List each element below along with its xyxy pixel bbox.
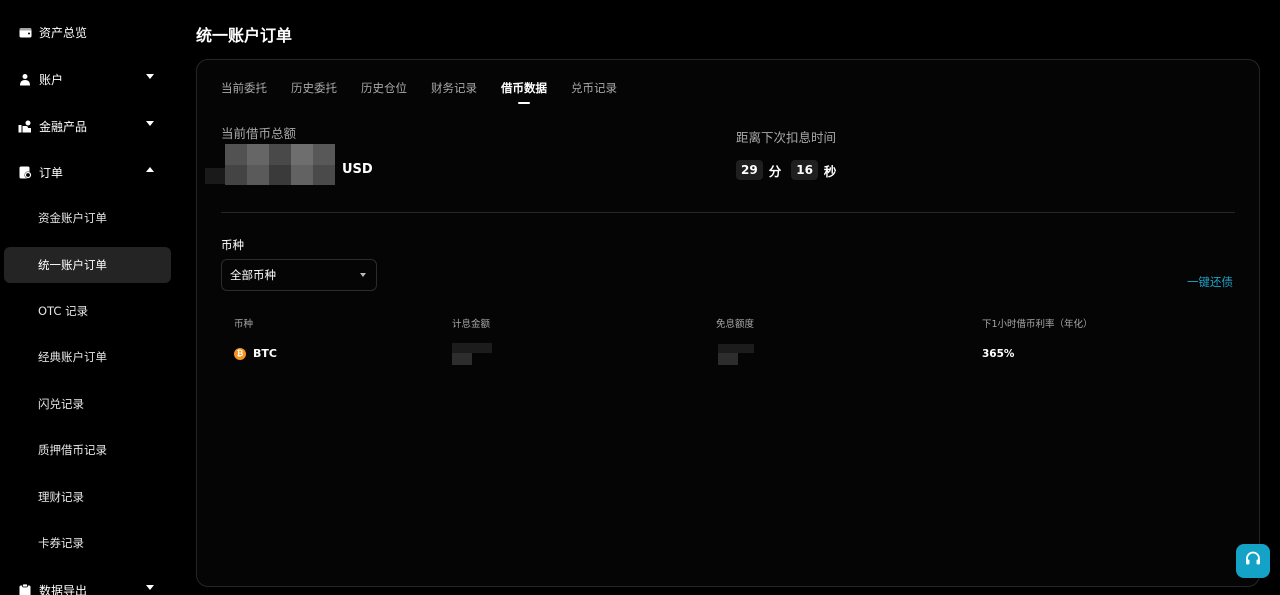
countdown-minutes: 29 (736, 160, 763, 180)
order-icon (18, 165, 32, 179)
chevron-down-icon (146, 585, 154, 590)
divider (221, 212, 1235, 213)
wallet-icon (18, 25, 32, 39)
coin-select-value: 全部币种 (230, 268, 276, 282)
table-header-hourly-rate: 下1小时借币利率（年化） (982, 319, 1093, 330)
next-interest-label: 距离下次扣息时间 (736, 130, 837, 145)
sidebar-item-finance[interactable]: 金融产品 (0, 108, 176, 144)
finance-icon (18, 119, 32, 133)
sidebar-subitem-pledge-loans[interactable]: 质押借币记录 (4, 432, 171, 468)
sidebar-subitem-unified-orders[interactable]: 统一账户订单 (4, 247, 171, 283)
clipboard-icon (18, 583, 32, 595)
tab-order-history[interactable]: 历史委托 (291, 80, 337, 102)
sidebar-subitem-coupons[interactable]: 卡券记录 (4, 525, 171, 561)
masked-interest-amount (452, 353, 472, 365)
sidebar-subitem-label: 经典账户订单 (38, 350, 107, 364)
sidebar-subitem-label: 统一账户订单 (38, 258, 107, 272)
tab-finance-records[interactable]: 财务记录 (431, 80, 477, 102)
sidebar-item-account[interactable]: 账户 (0, 61, 176, 97)
sidebar-subitem-otc[interactable]: OTC 记录 (4, 293, 171, 329)
masked-free-quota (718, 353, 738, 365)
sidebar-subitem-funding-orders[interactable]: 资金账户订单 (4, 200, 171, 236)
sidebar-subitem-convert[interactable]: 闪兑记录 (4, 386, 171, 422)
sidebar-item-label: 资产总览 (39, 25, 88, 40)
tab-current-orders[interactable]: 当前委托 (221, 80, 267, 102)
coin-name: BTC (253, 347, 277, 360)
chevron-down-icon (146, 121, 154, 126)
masked-interest-amount (452, 343, 492, 353)
table-row-coin: ₿ BTC (234, 347, 277, 360)
sidebar-subitem-label: 质押借币记录 (38, 443, 107, 457)
sidebar-item-label: 订单 (39, 165, 64, 180)
coin-filter-label: 币种 (221, 238, 244, 252)
user-icon (18, 72, 32, 86)
sidebar-subitem-label: 资金账户订单 (38, 211, 107, 225)
sidebar-subitem-label: 闪兑记录 (38, 397, 84, 411)
sidebar-item-label: 数据导出 (39, 583, 88, 595)
coin-select[interactable]: 全部币种 (221, 259, 377, 291)
interest-countdown: 29 分 16 秒 (736, 160, 840, 180)
sidebar: 资产总览 账户 金融产品 订单 资金账户订单 统一账户订单 OTC 记录 经典账… (0, 0, 180, 595)
countdown-minutes-unit: 分 (768, 163, 782, 179)
countdown-seconds-unit: 秒 (823, 163, 837, 179)
sidebar-item-label: 金融产品 (39, 119, 88, 134)
sidebar-item-label: 账户 (39, 72, 64, 87)
tab-convert-records[interactable]: 兑币记录 (571, 80, 617, 102)
table-header-interest-amount: 计息金额 (452, 319, 491, 330)
one-click-repay-link[interactable]: 一键还债 (1187, 274, 1233, 290)
chevron-up-icon (146, 167, 154, 172)
tab-position-history[interactable]: 历史仓位 (361, 80, 407, 102)
masked-total-amount (225, 144, 335, 185)
chevron-down-icon (360, 273, 366, 277)
sidebar-subitem-earn[interactable]: 理财记录 (4, 479, 171, 515)
sidebar-item-data-export[interactable]: 数据导出 (0, 572, 176, 595)
masked-free-quota (718, 344, 754, 353)
chevron-down-icon (146, 74, 154, 79)
sidebar-item-orders[interactable]: 订单 (0, 154, 176, 190)
hourly-rate-value: 365% (982, 348, 1015, 360)
page-title: 统一账户订单 (196, 26, 293, 45)
sidebar-subitem-classic-orders[interactable]: 经典账户订单 (4, 339, 171, 375)
table-header-coin: 币种 (234, 319, 254, 330)
masked-value (205, 168, 225, 184)
headset-icon (1244, 550, 1262, 572)
bitcoin-icon: ₿ (234, 347, 246, 360)
orders-panel: 当前委托 历史委托 历史仓位 财务记录 借币数据 兑币记录 当前借币总额 USD… (196, 59, 1260, 587)
countdown-seconds: 16 (791, 160, 818, 180)
total-borrow-label: 当前借币总额 (221, 126, 297, 141)
sidebar-subitem-label: 卡券记录 (38, 536, 84, 550)
tab-borrow-data[interactable]: 借币数据 (501, 80, 547, 104)
order-tabs: 当前委托 历史委托 历史仓位 财务记录 借币数据 兑币记录 (221, 80, 641, 108)
total-borrow-unit: USD (342, 162, 373, 177)
sidebar-subitem-label: 理财记录 (38, 490, 84, 504)
sidebar-subitem-label: OTC 记录 (38, 304, 89, 318)
table-header-free-quota: 免息额度 (716, 319, 755, 330)
sidebar-item-assets[interactable]: 资产总览 (0, 14, 176, 50)
customer-support-button[interactable] (1236, 544, 1270, 578)
